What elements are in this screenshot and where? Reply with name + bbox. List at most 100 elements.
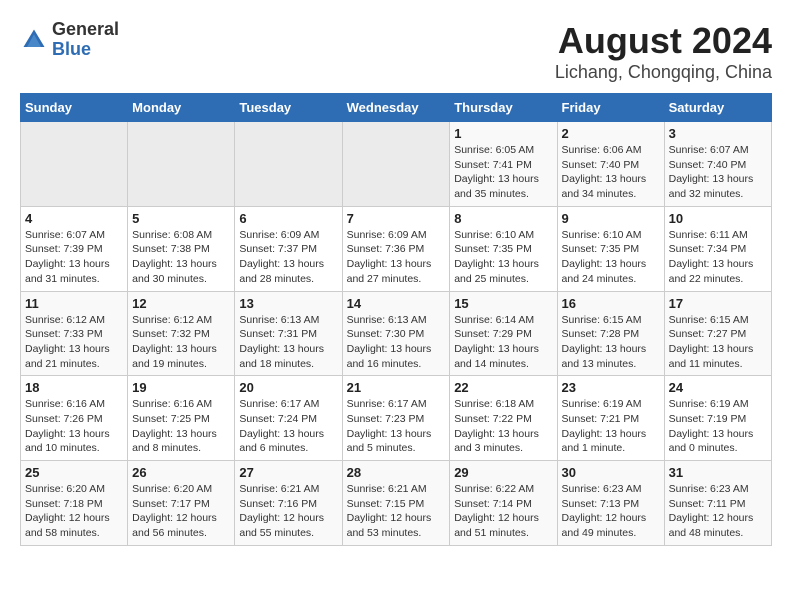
- calendar-cell: 15 Sunrise: 6:14 AMSunset: 7:29 PMDayligh…: [450, 291, 557, 376]
- calendar-cell: 20 Sunrise: 6:17 AMSunset: 7:24 PMDayligh…: [235, 376, 342, 461]
- calendar-week-row: 4Sunrise: 6:07 AMSunset: 7:39 PMDaylight…: [21, 206, 772, 291]
- day-number: 14: [347, 296, 446, 311]
- calendar-cell: 10 Sunrise: 6:11 AMSunset: 7:34 PMDayligh…: [664, 206, 771, 291]
- calendar-header-row: SundayMondayTuesdayWednesdayThursdayFrid…: [21, 94, 772, 122]
- calendar-cell: 4Sunrise: 6:07 AMSunset: 7:39 PMDaylight…: [21, 206, 128, 291]
- day-number: 10: [669, 211, 767, 226]
- day-detail: Sunrise: 6:23 AMSunset: 7:13 PMDaylight:…: [562, 482, 660, 541]
- calendar-cell: 5Sunrise: 6:08 AMSunset: 7:38 PMDaylight…: [128, 206, 235, 291]
- calendar-cell: 11Sunrise: 6:12 AMSunset: 7:33 PMDayligh…: [21, 291, 128, 376]
- calendar-cell: 19 Sunrise: 6:16 AMSunset: 7:25 PMDayligh…: [128, 376, 235, 461]
- day-detail: Sunrise: 6:17 AMSunset: 7:24 PMDaylight:…: [239, 397, 337, 456]
- calendar-week-row: 1Sunrise: 6:05 AMSunset: 7:41 PMDaylight…: [21, 122, 772, 207]
- calendar-cell: [128, 122, 235, 207]
- day-detail: Sunrise: 6:15 AMSunset: 7:27 PMDaylight:…: [669, 313, 767, 372]
- day-detail: Sunrise: 6:20 AMSunset: 7:17 PMDaylight:…: [132, 482, 230, 541]
- calendar-dow-thursday: Thursday: [450, 94, 557, 122]
- day-number: 22: [454, 380, 552, 395]
- day-detail: Sunrise: 6:06 AMSunset: 7:40 PMDaylight:…: [562, 143, 660, 202]
- day-number: 16: [562, 296, 660, 311]
- day-detail: Sunrise: 6:20 AMSunset: 7:18 PMDaylight:…: [25, 482, 123, 541]
- calendar-cell: 6 Sunrise: 6:09 AMSunset: 7:37 PMDaylight…: [235, 206, 342, 291]
- calendar-cell: 13 Sunrise: 6:13 AMSunset: 7:31 PMDayligh…: [235, 291, 342, 376]
- calendar-week-row: 25 Sunrise: 6:20 AMSunset: 7:18 PMDayligh…: [21, 461, 772, 546]
- day-number: 9: [562, 211, 660, 226]
- calendar-dow-saturday: Saturday: [664, 94, 771, 122]
- day-number: 12: [132, 296, 230, 311]
- day-number: 8: [454, 211, 552, 226]
- calendar-table: SundayMondayTuesdayWednesdayThursdayFrid…: [20, 93, 772, 546]
- day-detail: Sunrise: 6:07 AMSunset: 7:39 PMDaylight:…: [25, 228, 123, 287]
- day-detail: Sunrise: 6:19 AMSunset: 7:19 PMDaylight:…: [669, 397, 767, 456]
- calendar-cell: 29 Sunrise: 6:22 AMSunset: 7:14 PMDayligh…: [450, 461, 557, 546]
- day-detail: Sunrise: 6:09 AMSunset: 7:36 PMDaylight:…: [347, 228, 446, 287]
- day-number: 25: [25, 465, 123, 480]
- day-detail: Sunrise: 6:12 AMSunset: 7:32 PMDaylight:…: [132, 313, 230, 372]
- calendar-cell: 17 Sunrise: 6:15 AMSunset: 7:27 PMDayligh…: [664, 291, 771, 376]
- page-header: General Blue August 2024 Lichang, Chongq…: [20, 20, 772, 83]
- calendar-cell: 8Sunrise: 6:10 AMSunset: 7:35 PMDaylight…: [450, 206, 557, 291]
- day-detail: Sunrise: 6:05 AMSunset: 7:41 PMDaylight:…: [454, 143, 552, 202]
- calendar-cell: [342, 122, 450, 207]
- calendar-cell: [235, 122, 342, 207]
- calendar-dow-wednesday: Wednesday: [342, 94, 450, 122]
- day-detail: Sunrise: 6:21 AMSunset: 7:16 PMDaylight:…: [239, 482, 337, 541]
- calendar-week-row: 18Sunrise: 6:16 AMSunset: 7:26 PMDayligh…: [21, 376, 772, 461]
- day-number: 15: [454, 296, 552, 311]
- day-number: 19: [132, 380, 230, 395]
- day-detail: Sunrise: 6:16 AMSunset: 7:25 PMDaylight:…: [132, 397, 230, 456]
- logo: General Blue: [20, 20, 119, 60]
- day-number: 7: [347, 211, 446, 226]
- calendar-cell: 21Sunrise: 6:17 AMSunset: 7:23 PMDayligh…: [342, 376, 450, 461]
- day-detail: Sunrise: 6:12 AMSunset: 7:33 PMDaylight:…: [25, 313, 123, 372]
- day-detail: Sunrise: 6:22 AMSunset: 7:14 PMDaylight:…: [454, 482, 552, 541]
- day-number: 6: [239, 211, 337, 226]
- calendar-cell: 27 Sunrise: 6:21 AMSunset: 7:16 PMDayligh…: [235, 461, 342, 546]
- day-number: 24: [669, 380, 767, 395]
- calendar-week-row: 11Sunrise: 6:12 AMSunset: 7:33 PMDayligh…: [21, 291, 772, 376]
- page-title: August 2024: [555, 20, 772, 62]
- day-number: 27: [239, 465, 337, 480]
- logo-general-text: General: [52, 19, 119, 39]
- calendar-cell: 26 Sunrise: 6:20 AMSunset: 7:17 PMDayligh…: [128, 461, 235, 546]
- page-subtitle: Lichang, Chongqing, China: [555, 62, 772, 83]
- day-number: 17: [669, 296, 767, 311]
- day-number: 29: [454, 465, 552, 480]
- day-detail: Sunrise: 6:18 AMSunset: 7:22 PMDaylight:…: [454, 397, 552, 456]
- day-number: 23: [562, 380, 660, 395]
- day-number: 31: [669, 465, 767, 480]
- calendar-cell: 25 Sunrise: 6:20 AMSunset: 7:18 PMDayligh…: [21, 461, 128, 546]
- day-number: 21: [347, 380, 446, 395]
- calendar-cell: 28Sunrise: 6:21 AMSunset: 7:15 PMDayligh…: [342, 461, 450, 546]
- calendar-cell: 14 Sunrise: 6:13 AMSunset: 7:30 PMDayligh…: [342, 291, 450, 376]
- day-number: 20: [239, 380, 337, 395]
- calendar-dow-monday: Monday: [128, 94, 235, 122]
- day-detail: Sunrise: 6:13 AMSunset: 7:30 PMDaylight:…: [347, 313, 446, 372]
- logo-blue-text: Blue: [52, 39, 91, 59]
- calendar-cell: 31 Sunrise: 6:23 AMSunset: 7:11 PMDayligh…: [664, 461, 771, 546]
- day-number: 30: [562, 465, 660, 480]
- day-detail: Sunrise: 6:09 AMSunset: 7:37 PMDaylight:…: [239, 228, 337, 287]
- calendar-cell: 3Sunrise: 6:07 AMSunset: 7:40 PMDaylight…: [664, 122, 771, 207]
- day-detail: Sunrise: 6:11 AMSunset: 7:34 PMDaylight:…: [669, 228, 767, 287]
- calendar-cell: 2Sunrise: 6:06 AMSunset: 7:40 PMDaylight…: [557, 122, 664, 207]
- day-number: 13: [239, 296, 337, 311]
- calendar-cell: 23 Sunrise: 6:19 AMSunset: 7:21 PMDayligh…: [557, 376, 664, 461]
- day-number: 26: [132, 465, 230, 480]
- calendar-cell: 24 Sunrise: 6:19 AMSunset: 7:19 PMDayligh…: [664, 376, 771, 461]
- calendar-cell: 9 Sunrise: 6:10 AMSunset: 7:35 PMDaylight…: [557, 206, 664, 291]
- day-detail: Sunrise: 6:13 AMSunset: 7:31 PMDaylight:…: [239, 313, 337, 372]
- day-detail: Sunrise: 6:19 AMSunset: 7:21 PMDaylight:…: [562, 397, 660, 456]
- day-detail: Sunrise: 6:14 AMSunset: 7:29 PMDaylight:…: [454, 313, 552, 372]
- day-detail: Sunrise: 6:16 AMSunset: 7:26 PMDaylight:…: [25, 397, 123, 456]
- day-detail: Sunrise: 6:10 AMSunset: 7:35 PMDaylight:…: [562, 228, 660, 287]
- title-block: August 2024 Lichang, Chongqing, China: [555, 20, 772, 83]
- calendar-cell: 18Sunrise: 6:16 AMSunset: 7:26 PMDayligh…: [21, 376, 128, 461]
- calendar-cell: [21, 122, 128, 207]
- logo-icon: [20, 26, 48, 54]
- calendar-cell: 22 Sunrise: 6:18 AMSunset: 7:22 PMDayligh…: [450, 376, 557, 461]
- calendar-dow-tuesday: Tuesday: [235, 94, 342, 122]
- day-detail: Sunrise: 6:23 AMSunset: 7:11 PMDaylight:…: [669, 482, 767, 541]
- day-number: 5: [132, 211, 230, 226]
- calendar-dow-sunday: Sunday: [21, 94, 128, 122]
